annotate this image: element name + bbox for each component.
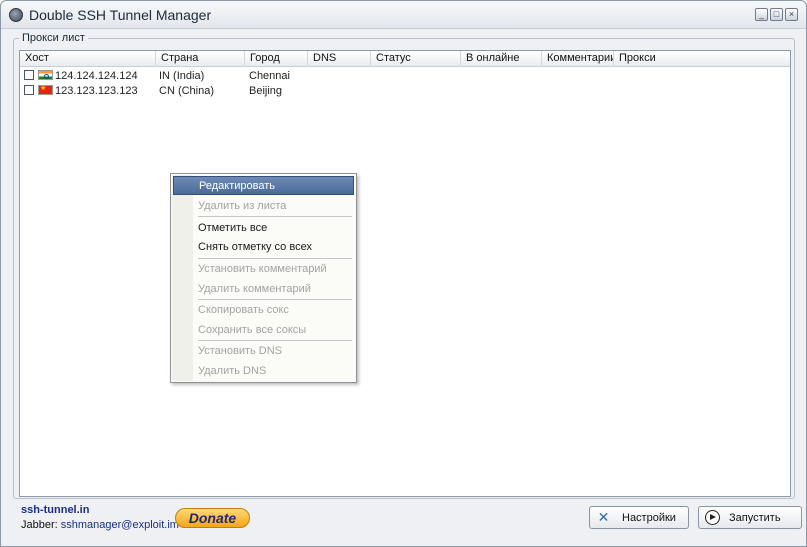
menu-separator bbox=[198, 216, 352, 217]
app-window: Double SSH Tunnel Manager _ □ × Прокси л… bbox=[0, 0, 807, 547]
country-cell: CN (China) bbox=[159, 85, 215, 97]
host-cell: 124.124.124.124 bbox=[55, 70, 138, 82]
column-header-online[interactable]: В онлайне bbox=[461, 51, 542, 67]
india-flag-icon bbox=[38, 70, 53, 80]
column-header-city[interactable]: Город bbox=[245, 51, 308, 67]
table-row[interactable]: 124.124.124.124 IN (India) Chennai bbox=[20, 68, 790, 84]
list-header: Хост Страна Город DNS Статус В онлайне К… bbox=[20, 51, 790, 67]
host-cell: 123.123.123.123 bbox=[55, 85, 138, 97]
menu-item-remove-dns: Удалить DNS bbox=[198, 365, 267, 377]
app-icon bbox=[9, 8, 23, 22]
jabber-address-link[interactable]: sshmanager@exploit.im bbox=[61, 519, 179, 531]
column-header-comments[interactable]: Комментарии bbox=[542, 51, 614, 67]
jabber-label: Jabber: bbox=[21, 519, 58, 531]
context-menu: Редактировать Удалить из листа Отметить … bbox=[170, 173, 357, 383]
menu-item-check-all[interactable]: Отметить все bbox=[173, 219, 354, 238]
menu-separator bbox=[198, 258, 352, 259]
start-button[interactable]: Запустить bbox=[698, 506, 802, 529]
menu-item-set-dns: Установить DNS bbox=[198, 345, 283, 357]
column-header-country[interactable]: Страна bbox=[156, 51, 245, 67]
city-cell: Beijing bbox=[249, 85, 283, 97]
china-flag-icon bbox=[38, 84, 53, 95]
settings-button-label: Настройки bbox=[622, 512, 676, 524]
close-button[interactable]: × bbox=[785, 8, 798, 21]
minimize-button[interactable]: _ bbox=[755, 8, 768, 21]
menu-item-copy-socks: Скопировать сокс bbox=[198, 304, 289, 316]
menu-item-remove-from-list: Удалить из листа bbox=[198, 200, 287, 212]
start-button-label: Запустить bbox=[729, 512, 781, 524]
title-bar[interactable]: Double SSH Tunnel Manager _ □ × bbox=[1, 1, 806, 29]
row-checkbox[interactable] bbox=[24, 85, 34, 95]
jabber-contact: Jabber: sshmanager@exploit.im bbox=[21, 519, 179, 531]
play-icon bbox=[705, 510, 720, 525]
menu-item-edit[interactable]: Редактировать bbox=[173, 176, 354, 195]
menu-separator bbox=[198, 340, 352, 341]
menu-item-save-all-socks: Сохранить все соксы bbox=[198, 324, 307, 336]
column-header-dns[interactable]: DNS bbox=[308, 51, 371, 67]
site-link[interactable]: ssh-tunnel.in bbox=[21, 504, 89, 516]
proxy-list-view[interactable]: Хост Страна Город DNS Статус В онлайне К… bbox=[19, 50, 791, 497]
row-checkbox[interactable] bbox=[24, 70, 34, 80]
menu-item-uncheck-all[interactable]: Снять отметку со всех bbox=[173, 238, 354, 257]
column-header-proxy[interactable]: Прокси bbox=[614, 51, 790, 67]
tools-icon: ✕ bbox=[597, 509, 610, 525]
menu-item-remove-comment: Удалить комментарий bbox=[198, 283, 311, 295]
maximize-button[interactable]: □ bbox=[770, 8, 783, 21]
window-title: Double SSH Tunnel Manager bbox=[29, 7, 212, 23]
city-cell: Chennai bbox=[249, 70, 290, 82]
menu-item-set-comment: Установить комментарий bbox=[198, 263, 327, 275]
table-row[interactable]: 123.123.123.123 CN (China) Beijing bbox=[20, 83, 790, 99]
column-header-host[interactable]: Хост bbox=[20, 51, 156, 67]
menu-separator bbox=[198, 299, 352, 300]
proxy-list-legend: Прокси лист bbox=[19, 32, 88, 44]
donate-button[interactable]: Donate bbox=[175, 508, 250, 528]
column-header-status[interactable]: Статус bbox=[371, 51, 461, 67]
country-cell: IN (India) bbox=[159, 70, 205, 82]
settings-button[interactable]: ✕ Настройки bbox=[589, 506, 689, 529]
